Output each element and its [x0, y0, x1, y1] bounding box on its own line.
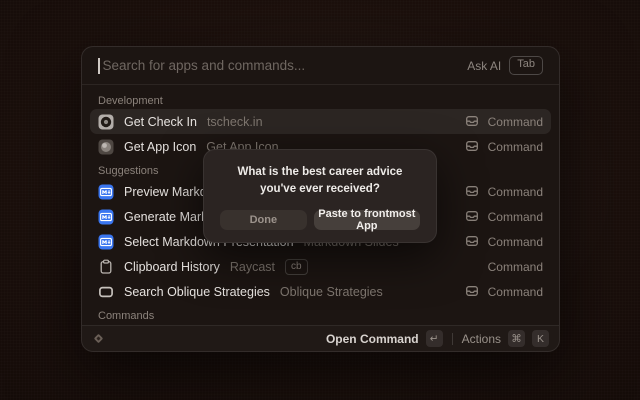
accessory-label: Command — [488, 285, 543, 299]
drawer-icon — [465, 114, 481, 130]
text-caret — [98, 58, 100, 74]
open-command-button[interactable]: Open Command — [326, 332, 419, 346]
drawer-icon — [465, 209, 481, 225]
list-item-get-check-in[interactable]: Get Check In tscheck.in Command — [90, 109, 551, 134]
app-icon-icon — [98, 139, 114, 155]
item-title: Search Oblique Strategies — [124, 285, 270, 299]
accessory-label: Command — [488, 115, 543, 129]
markdown-icon — [98, 209, 114, 225]
drawer-icon — [465, 234, 481, 250]
cmd-key-icon[interactable]: ⌘ — [508, 330, 525, 347]
item-title: Get App Icon — [124, 140, 196, 154]
extension-logo-icon — [92, 332, 105, 345]
accessory-label: Command — [488, 260, 543, 274]
search-bar: Ask AI Tab — [82, 47, 559, 85]
section-header-commands: Commands — [90, 304, 551, 324]
list-item-search-oblique-strategies[interactable]: Search Oblique Strategies Oblique Strate… — [90, 279, 551, 304]
paste-to-frontmost-app-button[interactable]: Paste to frontmost App — [314, 210, 420, 230]
footer-bar: Open Command ↵ Actions ⌘ K — [82, 325, 559, 351]
return-key-icon[interactable]: ↵ — [426, 330, 443, 347]
dialog-title: What is the best career advice you've ev… — [220, 164, 420, 199]
actions-button[interactable]: Actions — [462, 332, 501, 346]
item-subtitle: tscheck.in — [207, 115, 263, 129]
ask-ai-label[interactable]: Ask AI — [467, 59, 501, 73]
drawer-icon — [465, 139, 481, 155]
drawer-icon — [465, 284, 481, 300]
item-subtitle: Oblique Strategies — [280, 285, 383, 299]
result-dialog: What is the best career advice you've ev… — [203, 149, 437, 243]
tab-key-badge[interactable]: Tab — [509, 56, 543, 74]
drawer-icon — [465, 184, 481, 200]
accessory-label: Command — [488, 210, 543, 224]
done-button[interactable]: Done — [220, 210, 307, 230]
markdown-icon — [98, 184, 114, 200]
search-input[interactable] — [103, 58, 460, 73]
check-in-icon — [98, 114, 114, 130]
section-header-development: Development — [90, 89, 551, 109]
accessory-label: Command — [488, 235, 543, 249]
item-subtitle: Raycast — [230, 260, 275, 274]
alias-badge: cb — [285, 259, 308, 275]
clipboard-icon — [98, 259, 114, 275]
markdown-icon — [98, 234, 114, 250]
accessory-label: Command — [488, 185, 543, 199]
footer-divider — [452, 333, 453, 345]
list-item-clipboard-history[interactable]: Clipboard History Raycast cb Command — [90, 254, 551, 279]
item-title: Clipboard History — [124, 260, 220, 274]
accessory-label: Command — [488, 140, 543, 154]
oblique-card-icon — [98, 284, 114, 300]
k-key-icon[interactable]: K — [532, 330, 549, 347]
item-title: Get Check In — [124, 115, 197, 129]
